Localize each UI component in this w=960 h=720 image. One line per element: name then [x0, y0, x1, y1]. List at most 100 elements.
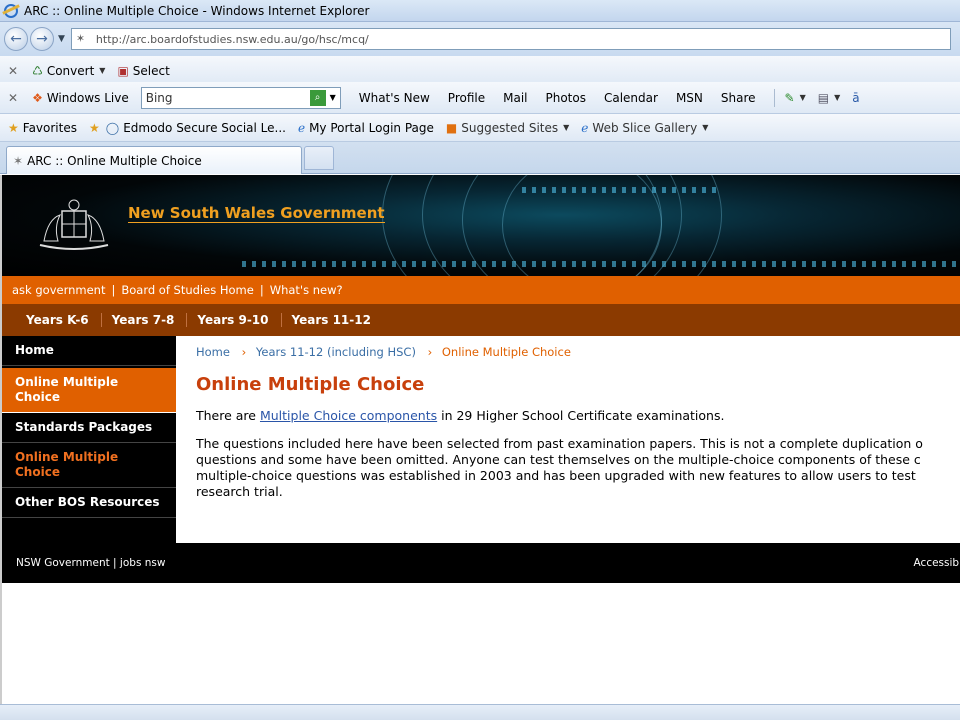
- fav-edmodo[interactable]: ◯ Edmodo Secure Social Le...: [106, 121, 286, 135]
- page-favicon-icon: ✶: [75, 32, 86, 45]
- government-title[interactable]: New South Wales Government: [128, 204, 385, 223]
- fav-web-slice-gallery-label: Web Slice Gallery: [592, 120, 698, 135]
- live-link-photos[interactable]: Photos: [545, 91, 585, 105]
- page-favicon-icon: ✶: [13, 153, 24, 168]
- select-button[interactable]: ▣ Select: [117, 64, 169, 78]
- breadcrumb-home[interactable]: Home: [196, 345, 230, 359]
- description-line: research trial.: [196, 484, 283, 499]
- favorites-button[interactable]: ★ Favorites: [8, 121, 77, 135]
- divider: |: [111, 283, 116, 297]
- link-ask-government[interactable]: ask government: [12, 283, 105, 297]
- windows-live-label: Windows Live: [46, 90, 129, 105]
- tab-active-label: ARC :: Online Multiple Choice: [27, 153, 202, 168]
- leftnav-standards-packages[interactable]: Standards Packages: [2, 413, 176, 443]
- breadcrumb-years-11-12[interactable]: Years 11-12 (including HSC): [256, 345, 416, 359]
- history-dropdown-icon[interactable]: ▼: [58, 34, 65, 44]
- live-link-calendar[interactable]: Calendar: [604, 91, 658, 105]
- convert-dropdown-icon[interactable]: ▼: [99, 66, 105, 75]
- windows-live-toolbar: ✕ ❖ Windows Live Bing ⌕ ▼ What's New Pro…: [0, 82, 960, 114]
- banner-decor: [522, 187, 722, 193]
- edit-dropdown-icon[interactable]: ▼: [800, 93, 806, 102]
- fav-edmodo-label: Edmodo Secure Social Le...: [123, 120, 286, 135]
- windows-logo-icon: ❖: [32, 90, 43, 105]
- back-arrow-icon: ←: [10, 31, 22, 47]
- nsw-crest-logo: [39, 199, 109, 250]
- favorites-bar: ★ Favorites ★ ◯ Edmodo Secure Social Le.…: [0, 114, 960, 142]
- leftnav-online-multiple-choice[interactable]: Online Multiple Choice: [2, 443, 176, 488]
- window-options-dropdown-icon[interactable]: ▼: [834, 93, 840, 102]
- convert-label: Convert: [46, 63, 95, 78]
- description-line: The questions included here have been se…: [196, 436, 923, 451]
- years-k6-link[interactable]: Years K-6: [16, 313, 101, 327]
- header-banner: New South Wales Government: [2, 175, 960, 276]
- toolbar-divider: [773, 88, 775, 107]
- close-toolbar-icon[interactable]: ✕: [8, 64, 18, 78]
- leftnav-online-multiple-choice-heading[interactable]: Online Multiple Choice: [2, 368, 176, 413]
- live-link-mail[interactable]: Mail: [503, 91, 527, 105]
- forward-arrow-icon: →: [36, 31, 48, 47]
- fav-suggested-sites[interactable]: ■ Suggested Sites ▼: [446, 121, 569, 135]
- edit-pencil-icon[interactable]: ✎ ▼: [785, 91, 806, 105]
- back-button[interactable]: ←: [4, 27, 28, 51]
- years-11-12-link[interactable]: Years 11-12: [280, 313, 383, 327]
- windows-live-button[interactable]: ❖ Windows Live: [32, 91, 129, 105]
- favorites-star-icon: ★: [8, 120, 19, 135]
- description-paragraph: The questions included here have been se…: [196, 436, 960, 500]
- years-nav: Years K-6 Years 7-8 Years 9-10 Years 11-…: [2, 304, 960, 336]
- suggested-sites-dropdown-icon[interactable]: ▼: [563, 123, 569, 132]
- live-link-msn[interactable]: MSN: [676, 91, 703, 105]
- window-title: ARC :: Online Multiple Choice - Windows …: [24, 3, 370, 18]
- link-board-of-studies-home[interactable]: Board of Studies Home: [121, 283, 253, 297]
- description-line: multiple-choice questions was establishe…: [196, 468, 916, 483]
- footer-links[interactable]: NSW Government | jobs nsw: [16, 557, 165, 569]
- intro-text-after: in 29 Higher School Certificate examinat…: [437, 408, 725, 423]
- left-nav: Home Online Multiple Choice Standards Pa…: [2, 336, 176, 543]
- forward-button[interactable]: →: [30, 27, 54, 51]
- address-url[interactable]: http://arc.boardofstudies.nsw.edu.au/go/…: [96, 33, 369, 46]
- web-slice-dropdown-icon[interactable]: ▼: [702, 123, 708, 132]
- years-9-10-link[interactable]: Years 9-10: [186, 313, 280, 327]
- tab-row: ✶ ARC :: Online Multiple Choice: [0, 142, 960, 174]
- multiple-choice-components-link[interactable]: Multiple Choice components: [260, 408, 437, 423]
- fav-suggested-sites-label: Suggested Sites: [461, 120, 559, 135]
- leftnav-home[interactable]: Home: [2, 336, 176, 366]
- chevron-right-icon: ›: [241, 345, 247, 359]
- search-input[interactable]: Bing ⌕ ▼: [140, 86, 341, 109]
- live-link-whats-new[interactable]: What's New: [359, 91, 430, 105]
- convert-button[interactable]: ♺ Convert ▼: [32, 64, 105, 78]
- divider: |: [259, 283, 264, 297]
- footer-accessibility-link[interactable]: Accessibi: [914, 557, 960, 569]
- fav-my-portal[interactable]: ℯ My Portal Login Page: [298, 121, 434, 135]
- main-content: Home › Years 11-12 (including HSC) › Onl…: [178, 336, 960, 543]
- search-value[interactable]: Bing: [146, 91, 310, 105]
- close-toolbar-icon[interactable]: ✕: [8, 91, 18, 105]
- status-bar: [0, 704, 960, 720]
- address-bar[interactable]: ✶ http://arc.boardofstudies.nsw.edu.au/g…: [70, 28, 951, 50]
- address-row: ← → ▼ ✶ http://arc.boardofstudies.nsw.ed…: [0, 22, 960, 56]
- live-link-profile[interactable]: Profile: [448, 91, 485, 105]
- new-tab-button[interactable]: [304, 146, 334, 170]
- fav-my-portal-label: My Portal Login Page: [309, 120, 434, 135]
- tab-active[interactable]: ✶ ARC :: Online Multiple Choice: [6, 146, 302, 174]
- search-dropdown-icon[interactable]: ▼: [330, 93, 336, 102]
- fav-web-slice-gallery[interactable]: ℯ Web Slice Gallery ▼: [581, 121, 708, 135]
- ie-page-icon: ℯ: [581, 120, 589, 135]
- window-titlebar: ARC :: Online Multiple Choice - Windows …: [0, 0, 960, 22]
- page-title: Online Multiple Choice: [196, 374, 425, 395]
- chevron-right-icon: ›: [427, 345, 433, 359]
- suggested-sites-icon: ■: [445, 120, 458, 135]
- breadcrumb-current: Online Multiple Choice: [441, 345, 571, 359]
- window-options-icon[interactable]: ▤ ▼: [818, 91, 841, 105]
- description-line: questions and some have been omitted. An…: [196, 452, 921, 467]
- convert-icon: ♺: [32, 63, 43, 78]
- leftnav-other-bos-resources[interactable]: Other BOS Resources: [2, 488, 176, 518]
- link-whats-new[interactable]: What's new?: [270, 283, 343, 297]
- page-footer: NSW Government | jobs nsw Accessibi: [2, 543, 960, 583]
- web-page: New South Wales Government ask governmen…: [0, 175, 960, 720]
- add-favorite-icon[interactable]: ★: [89, 121, 100, 135]
- select-icon: ▣: [117, 63, 129, 78]
- live-link-share[interactable]: Share: [721, 91, 756, 105]
- translate-icon[interactable]: ā: [852, 91, 859, 105]
- search-go-icon[interactable]: ⌕: [309, 89, 326, 106]
- years-7-8-link[interactable]: Years 7-8: [100, 313, 187, 327]
